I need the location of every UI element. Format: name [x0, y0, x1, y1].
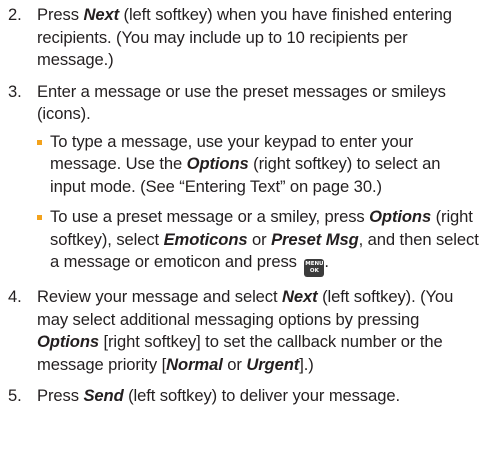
- preset-msg-option-label: Preset Msg: [271, 229, 359, 249]
- step-number: 2.: [8, 5, 22, 24]
- emoticons-option-label: Emoticons: [163, 229, 248, 249]
- bullet-type-message: To type a message, use your keypad to en…: [37, 131, 480, 199]
- step-2: 2. Press Next (left softkey) when you ha…: [6, 4, 480, 72]
- step-text: Enter a message or use the preset messag…: [37, 81, 446, 124]
- options-softkey-label: Options: [37, 332, 99, 351]
- step-3-bullets: To type a message, use your keypad to en…: [6, 131, 480, 277]
- options-softkey-label: Options: [186, 154, 249, 173]
- urgent-priority-label: Urgent: [246, 354, 300, 374]
- step-text: Press Send (left softkey) to deliver you…: [37, 386, 400, 405]
- next-softkey-label: Next: [83, 5, 120, 24]
- step-number: 3.: [8, 81, 22, 101]
- step-text: Review your message and select Next (lef…: [37, 287, 454, 374]
- step-3: 3. Enter a message or use the preset mes…: [6, 81, 480, 126]
- menu-ok-key-icon: MENU OK: [304, 259, 325, 277]
- send-softkey-label: Send: [83, 386, 124, 405]
- next-softkey-label: Next: [282, 287, 318, 306]
- bullet-marker-icon: [37, 139, 42, 145]
- step-text: Press Next (left softkey) when you have …: [37, 5, 452, 69]
- step-5: 5. Press Send (left softkey) to deliver …: [6, 385, 480, 408]
- bullet-preset-message: To use a preset message or a smiley, pre…: [37, 206, 480, 277]
- step-number: 5.: [8, 386, 22, 405]
- manual-page: 2. Press Next (left softkey) when you ha…: [0, 0, 488, 461]
- options-softkey-label: Options: [369, 207, 432, 226]
- bullet-marker-icon: [37, 215, 42, 220]
- normal-priority-label: Normal: [166, 354, 223, 374]
- step-number: 4.: [8, 287, 22, 306]
- step-4: 4. Review your message and select Next (…: [6, 286, 480, 376]
